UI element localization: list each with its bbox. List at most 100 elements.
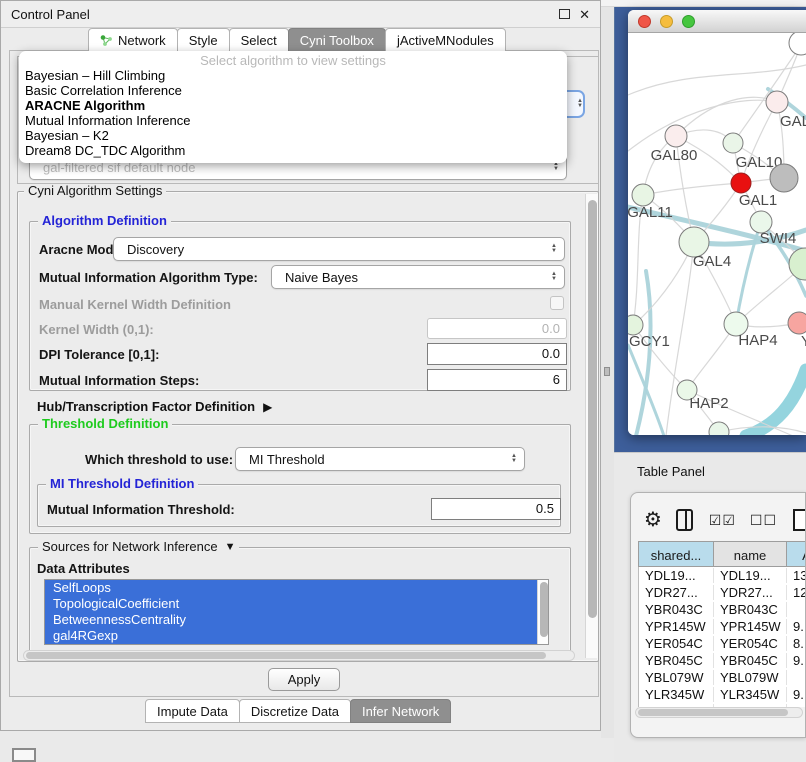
control-panel-title: Control Panel bbox=[11, 7, 90, 22]
table-toolbar: ⚙ ☑☑ ☐☐ bbox=[631, 501, 806, 539]
network-node-gal80[interactable] bbox=[665, 125, 687, 147]
node-label: GAL1 bbox=[739, 192, 777, 209]
dropdown-item[interactable]: Dream8 DC_TDC Algorithm bbox=[19, 143, 567, 158]
tab-label: Discretize Data bbox=[251, 704, 339, 719]
table-hscrollbar[interactable] bbox=[635, 707, 803, 718]
dropdown-placeholder: Select algorithm to view settings bbox=[19, 53, 567, 68]
settings-vscrollbar-thumb[interactable] bbox=[588, 200, 597, 618]
minimize-traffic-light[interactable] bbox=[660, 15, 673, 28]
algorithm-definition-title: Algorithm Definition bbox=[38, 213, 171, 229]
gear-icon[interactable]: ⚙ bbox=[644, 510, 662, 530]
which-threshold-combo[interactable]: MI Threshold ▲▼ bbox=[235, 447, 525, 471]
attribute-item[interactable]: SelfLoops bbox=[45, 580, 548, 596]
column-header[interactable]: name bbox=[714, 542, 787, 567]
dropdown-item[interactable]: Bayesian – K2 bbox=[19, 128, 567, 143]
document-icon[interactable] bbox=[793, 509, 806, 531]
table-cell: YPR145W bbox=[639, 619, 714, 634]
node-label: GAL80 bbox=[651, 147, 698, 164]
float-window-icon[interactable] bbox=[559, 9, 570, 19]
sources-group-title[interactable]: Sources for Network Inference ▼ bbox=[38, 539, 239, 555]
close-traffic-light[interactable] bbox=[638, 15, 651, 28]
attribute-item[interactable]: TopologicalCoefficient bbox=[45, 596, 548, 612]
dpi-tolerance-input[interactable]: 0.0 bbox=[427, 343, 567, 365]
attributes-vscrollbar[interactable] bbox=[537, 580, 548, 644]
tab-select[interactable]: Select bbox=[229, 28, 289, 52]
network-edge bbox=[636, 271, 651, 435]
table-cell: YBL079W bbox=[639, 670, 714, 685]
tab-style[interactable]: Style bbox=[177, 28, 230, 52]
kernel-width-input[interactable]: 0.0 bbox=[427, 318, 567, 339]
hub-tf-definition-toggle[interactable]: Hub/Transcription Factor Definition ▶ bbox=[37, 399, 272, 414]
table-row[interactable]: YBR043CYBR043C bbox=[639, 601, 806, 618]
table-cell: 9. bbox=[787, 619, 806, 634]
sources-title-text: Sources for Network Inference bbox=[42, 539, 218, 555]
tab-discretize-data[interactable]: Discretize Data bbox=[239, 699, 351, 723]
tab-label: Cyni Toolbox bbox=[300, 33, 374, 48]
tab-infer-network[interactable]: Infer Network bbox=[350, 699, 451, 723]
table-hscrollbar-thumb[interactable] bbox=[638, 709, 788, 716]
dropdown-item[interactable]: Basic Correlation Inference bbox=[19, 83, 567, 98]
control-panel-window: Control Panel ✕ NetworkStyle Select Cyni T… bbox=[0, 0, 601, 731]
table-row[interactable]: YER054CYER054C8. bbox=[639, 635, 806, 652]
table-cell: YBR045C bbox=[714, 653, 787, 668]
aracne-mode-combo[interactable]: Discovery ▲▼ bbox=[113, 237, 565, 261]
bottom-tab-bar: Impute Data Discretize Data Infer Network bbox=[146, 701, 451, 723]
network-node-gal11[interactable] bbox=[632, 184, 654, 206]
settings-hscrollbar-thumb[interactable] bbox=[26, 652, 546, 659]
network-node-y[interactable] bbox=[788, 312, 806, 334]
table-row[interactable]: YBR045CYBR045C9. bbox=[639, 652, 806, 669]
network-node-gal[interactable] bbox=[766, 91, 788, 113]
table-row[interactable]: YPR145WYPR145W9. bbox=[639, 618, 806, 635]
attribute-item[interactable]: BetweennessCentrality bbox=[45, 612, 548, 628]
tab-cyni-toolbox[interactable]: Cyni Toolbox bbox=[288, 28, 386, 52]
panel-splitter[interactable] bbox=[601, 7, 614, 738]
node-label: GAL11 bbox=[628, 204, 673, 221]
zoom-traffic-light[interactable] bbox=[682, 15, 695, 28]
network-node-gcy1[interactable] bbox=[628, 315, 643, 335]
settings-vscrollbar[interactable] bbox=[585, 194, 598, 658]
apply-button[interactable]: Apply bbox=[268, 668, 340, 691]
tab-network[interactable]: Network bbox=[88, 28, 178, 52]
table-cell: YPR145W bbox=[714, 619, 787, 634]
checked-boxes-icon[interactable]: ☑☑ bbox=[709, 512, 736, 529]
unchecked-boxes-icon[interactable]: ☐☐ bbox=[750, 512, 777, 529]
dpi-tolerance-label: DPI Tolerance [0,1]: bbox=[39, 347, 159, 362]
expanded-arrow-icon[interactable]: ▼ bbox=[225, 539, 236, 555]
attribute-item[interactable]: gal4RGexp bbox=[45, 628, 548, 644]
network-node[interactable] bbox=[709, 422, 729, 435]
stepper-arrows-icon: ▲▼ bbox=[511, 454, 517, 464]
network-node-gal10[interactable] bbox=[723, 133, 743, 153]
tab-impute-data[interactable]: Impute Data bbox=[145, 699, 240, 723]
table-cell: YLR345W bbox=[714, 687, 787, 702]
table-row[interactable]: YDL19...YDL19...13 bbox=[639, 567, 806, 584]
manual-kernel-checkbox[interactable] bbox=[550, 296, 564, 310]
dropdown-item[interactable]: Bayesian – Hill Climbing bbox=[19, 68, 567, 83]
splitter-handle[interactable] bbox=[604, 367, 610, 376]
settings-hscrollbar[interactable] bbox=[23, 650, 575, 661]
table-row[interactable]: YBL079WYBL079W bbox=[639, 669, 806, 686]
close-window-icon[interactable]: ✕ bbox=[579, 8, 590, 21]
dropdown-item[interactable]: Mutual Information Inference bbox=[19, 113, 567, 128]
table-row[interactable]: YDR27...YDR27...12 bbox=[639, 584, 806, 601]
network-node-gal1[interactable] bbox=[731, 173, 751, 193]
column-header[interactable]: A bbox=[787, 542, 806, 567]
cyni-settings-title: Cyni Algorithm Settings bbox=[24, 183, 166, 199]
threshold-definition-title: Threshold Definition bbox=[38, 416, 172, 432]
mi-steps-input[interactable]: 6 bbox=[427, 369, 567, 391]
dropdown-item[interactable]: ARACNE Algorithm bbox=[19, 98, 567, 113]
table-row[interactable]: YLR345WYLR345W9. bbox=[639, 686, 806, 703]
columns-icon[interactable] bbox=[676, 509, 693, 531]
network-node[interactable] bbox=[770, 164, 798, 192]
network-canvas[interactable]: GALGAL80GAL10GAL1GAL11SWI4GAL4GCY1HAP4YH… bbox=[628, 33, 806, 435]
network-node[interactable] bbox=[789, 33, 806, 55]
table-cell: YDL19... bbox=[639, 568, 714, 583]
attributes-vscrollbar-thumb[interactable] bbox=[540, 582, 548, 637]
tab-label: Select bbox=[241, 33, 277, 48]
mi-threshold-input[interactable]: 0.5 bbox=[431, 498, 561, 520]
tab-jactivemnodules[interactable]: jActiveMNodules bbox=[385, 28, 506, 52]
mi-type-combo[interactable]: Naive Bayes ▲▼ bbox=[271, 265, 565, 289]
column-header[interactable]: shared... bbox=[639, 542, 714, 567]
data-attributes-list[interactable]: SelfLoopsTopologicalCoefficientBetweenne… bbox=[44, 579, 549, 645]
table-cell: YDR27... bbox=[639, 585, 714, 600]
collapsed-arrow-icon[interactable]: ▶ bbox=[263, 400, 272, 414]
